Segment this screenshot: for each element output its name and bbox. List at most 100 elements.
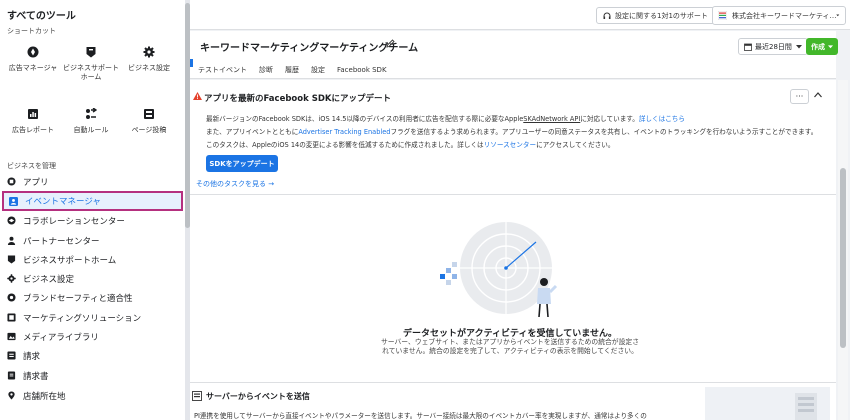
shortcut-business-settings[interactable]: ビジネス設定 — [120, 46, 178, 73]
nav-label: マーケティングソリューション — [23, 313, 142, 324]
nav-item-business-settings[interactable]: ビジネス設定 — [0, 269, 184, 288]
headset-icon — [603, 12, 611, 19]
all-tools-panel: すべてのツール ショートカット 広告マネージャ ビジネスサポートホーム ビジネス… — [0, 0, 185, 420]
support-shield-icon — [86, 47, 96, 58]
nav-item-marketing-solutions[interactable]: マーケティングソリューション — [0, 308, 184, 327]
nav-item-partner-center[interactable]: パートナーセンター — [0, 231, 184, 250]
nav-label: ビジネスサポートホーム — [23, 255, 117, 266]
warning-icon — [193, 92, 202, 100]
nav-label: 請求 — [23, 351, 41, 362]
nav-item-brand-safety[interactable]: ブランドセーフティと適合性 — [0, 288, 184, 307]
main-scrollbar[interactable] — [838, 80, 848, 420]
nav-label: パートナーセンター — [23, 236, 100, 247]
apps-icon — [7, 177, 16, 186]
marketing-icon — [7, 313, 16, 322]
learn-more-link[interactable]: 詳しくはこちら — [639, 115, 685, 123]
nav-item-collaboration-center[interactable]: コラボレーションセンター — [0, 211, 184, 230]
tab-settings[interactable]: 設定 — [303, 61, 325, 79]
nav-label: ビジネス設定 — [23, 274, 75, 285]
alert-text-line: また、アプリイベントとともにAdvertiser Tracking Enable… — [206, 126, 817, 136]
nav-label: メディアライブラリ — [23, 332, 99, 343]
nav-label: 請求書 — [23, 371, 49, 382]
chevron-down-icon — [836, 14, 840, 17]
server-card-title: サーバーからイベントを送信 — [206, 392, 310, 401]
partner-icon — [7, 236, 16, 245]
dataset-header: キーワードマーケティングマーケティングチーム テストイベント 診断 履歴 設定 … — [190, 31, 838, 79]
server-illustration — [705, 387, 830, 420]
nav-item-invoices[interactable]: 請求書 — [0, 366, 184, 385]
alert-title: アプリを最新のFacebook SDKにアップデート — [204, 94, 391, 104]
tab-history[interactable]: 履歴 — [277, 61, 299, 79]
nav-item-business-support-home[interactable]: ビジネスサポートホーム — [0, 250, 184, 269]
nav-item-store-locations[interactable]: 店舗所在地 — [0, 386, 184, 405]
shortcut-label: 広告マネージャ — [8, 64, 58, 72]
tab-test-events[interactable]: テストイベント — [190, 61, 247, 79]
business-account-selector[interactable]: 株式会社キーワードマーケティ… — [712, 6, 846, 25]
shortcut-label: ビジネス設定 — [128, 64, 170, 72]
tab-facebook-sdk[interactable]: Facebook SDK — [329, 61, 387, 79]
gear-icon — [7, 274, 16, 283]
main-scrollbar-thumb[interactable] — [840, 168, 846, 348]
send-events-from-server-card: サーバーからイベントを送信 PI連携を使用してサーバーから直接イベントやパラメー… — [190, 382, 836, 420]
manage-business-label: ビジネスを管理 — [7, 162, 56, 170]
alert-text: このタスクは、AppleのiOS 14の変更による影響を低減するために作成されま… — [206, 141, 484, 149]
nav-label: ブランドセーフティと適合性 — [23, 293, 133, 304]
shortcut-ads-manager[interactable]: 広告マネージャ — [4, 46, 62, 73]
business-logo-icon — [718, 11, 727, 20]
alert-text: フラグを送信するよう求められます。アプリユーザーの同意ステータスを共有し、イベン… — [390, 128, 818, 136]
nav-label: コラボレーションセンター — [23, 216, 125, 227]
nav-item-billing[interactable]: 請求 — [0, 346, 184, 365]
shortcut-ad-reports[interactable]: 広告レポート — [4, 108, 62, 135]
shortcuts-label: ショートカット — [7, 27, 56, 35]
shortcut-page-posts[interactable]: ページ投稿 — [120, 108, 178, 135]
edit-pencil-icon[interactable] — [386, 39, 395, 48]
see-other-tasks-link[interactable]: その他のタスクを見る → — [196, 179, 274, 189]
radar-illustration — [440, 222, 558, 318]
compass-icon — [27, 46, 39, 58]
top-bar: 設定に関する1対1のサポート 株式会社キーワードマーケティ… — [190, 0, 850, 30]
media-library-icon — [7, 332, 16, 341]
nav-item-media-library[interactable]: メディアライブラリ — [0, 327, 184, 346]
support-label: 設定に関する1対1のサポート — [615, 11, 708, 20]
date-range-selector[interactable]: 最近28日間 — [738, 38, 808, 55]
handshake-icon — [7, 216, 16, 225]
skadnetwork-link[interactable]: SKAdNetwork API — [523, 115, 580, 123]
nav-label: イベントマネージャ — [25, 197, 101, 207]
rules-icon — [86, 108, 97, 119]
support-button[interactable]: 設定に関する1対1のサポート — [596, 7, 715, 24]
server-card-body: PI連携を使用してサーバーから直接イベントやパラメーターを送信します。サーバー接… — [194, 412, 647, 420]
more-options-button[interactable]: ··· — [790, 89, 809, 104]
nav-item-events-manager[interactable]: イベントマネージャ — [2, 191, 183, 211]
tab-bar: テストイベント 診断 履歴 設定 Facebook SDK — [190, 61, 391, 79]
nav-label: 店舗所在地 — [23, 391, 66, 402]
chevron-down-icon — [795, 44, 802, 48]
nav-item-apps[interactable]: アプリ — [0, 172, 184, 191]
tools-title: すべてのツール — [7, 11, 76, 22]
brand-safety-icon — [7, 293, 16, 302]
ate-flag-link[interactable]: Advertiser Tracking Enabled — [298, 128, 390, 136]
update-sdk-button[interactable]: SDKをアップデート — [206, 155, 278, 172]
alert-text: 最新バージョンのFacebook SDKは、iOS 14.5以降のデバイスの利用… — [206, 115, 524, 123]
alert-text: にアクセスしてください。 — [536, 141, 615, 149]
resource-center-link[interactable]: リソースセンター — [484, 141, 536, 149]
create-label: 作成 — [811, 42, 825, 51]
shortcut-label: ページ投稿 — [131, 126, 167, 134]
shortcut-label: 自動ルール — [73, 126, 109, 134]
shortcut-automated-rules[interactable]: 自動ルール — [62, 108, 120, 135]
support-shield-icon — [7, 255, 16, 264]
main-content: アプリを最新のFacebook SDKにアップデート ··· 最新バージョンのF… — [190, 80, 836, 420]
alert-text-line: このタスクは、AppleのiOS 14の変更による影響を低減するために作成されま… — [206, 139, 614, 149]
billing-icon — [7, 351, 16, 360]
page-posts-icon — [144, 109, 154, 119]
chevron-down-icon — [828, 44, 833, 48]
alert-text: に対応しています。 — [580, 115, 639, 123]
tab-diagnostics[interactable]: 診断 — [251, 61, 273, 79]
date-range-label: 最近28日間 — [755, 42, 792, 51]
chevron-up-icon[interactable] — [814, 92, 822, 98]
account-name: 株式会社キーワードマーケティ… — [732, 11, 837, 20]
report-icon — [28, 109, 38, 119]
store-location-icon — [8, 391, 15, 400]
create-button[interactable]: 作成 — [806, 38, 838, 55]
server-rack-illustration — [795, 393, 817, 420]
shortcut-business-support-home[interactable]: ビジネスサポートホーム — [62, 46, 120, 82]
